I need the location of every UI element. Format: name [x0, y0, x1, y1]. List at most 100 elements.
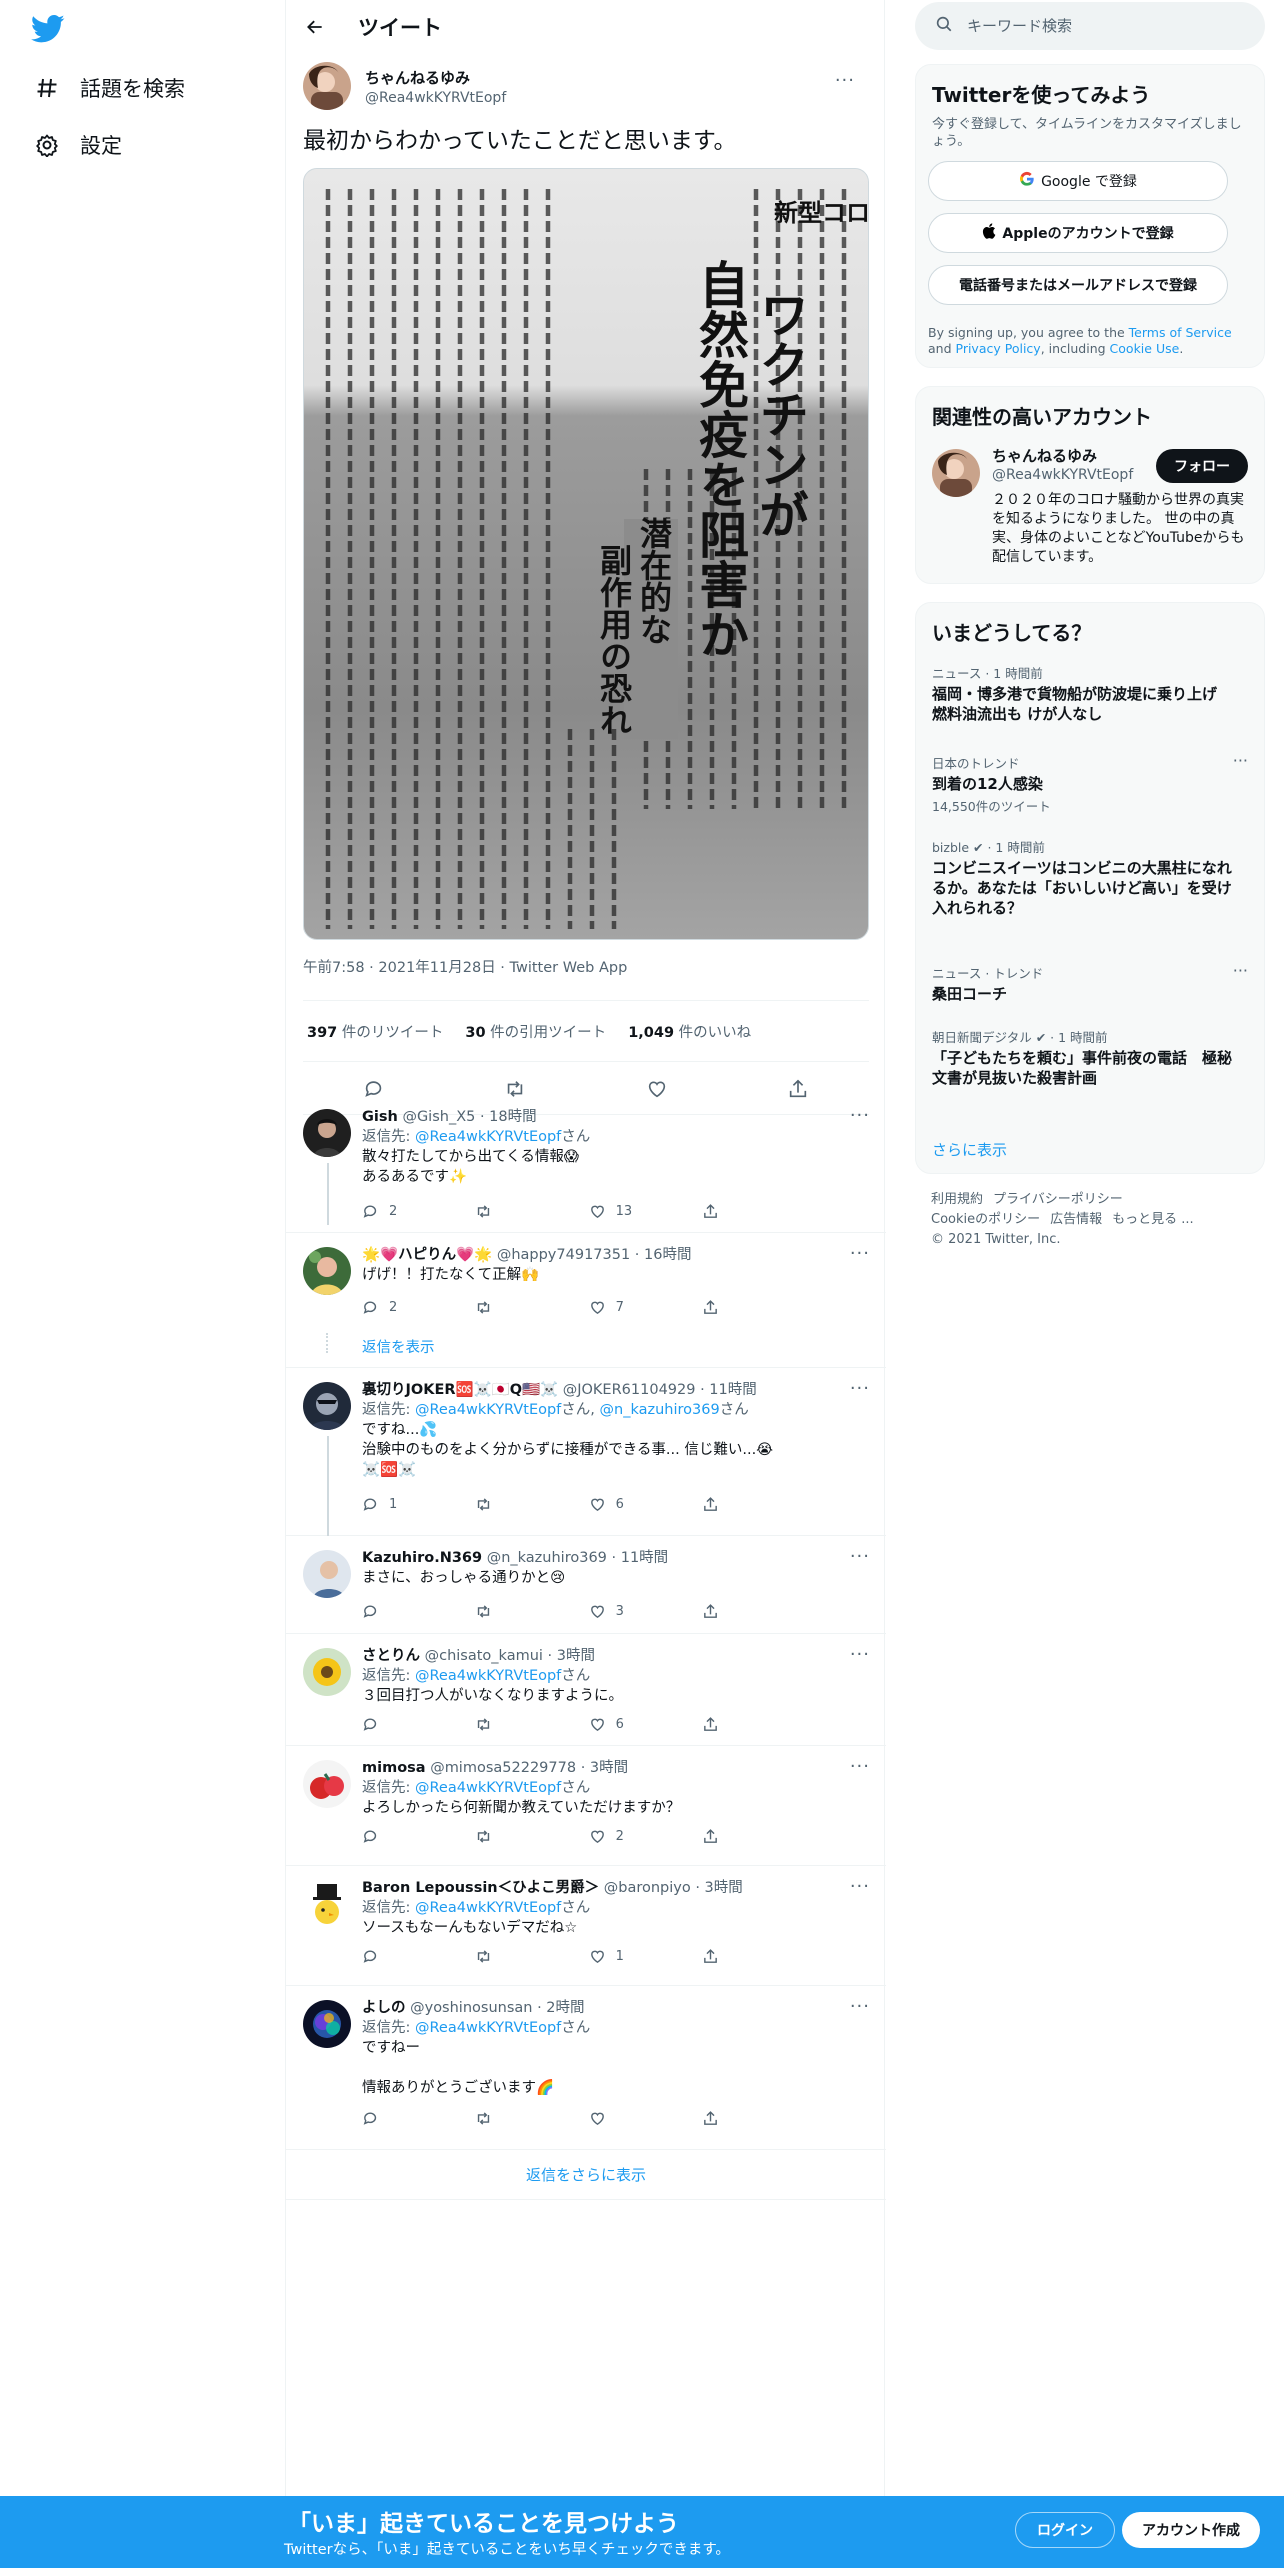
heart-icon[interactable]: 3 — [589, 1603, 689, 1620]
reply-time[interactable]: · 3時間 — [576, 1760, 628, 1776]
avatar[interactable] — [303, 2000, 351, 2048]
reply-mention-link[interactable]: @Rea4wkKYRVtEopf — [415, 1900, 561, 1916]
share-icon[interactable] — [702, 1603, 802, 1620]
more-icon[interactable]: ··· — [850, 1378, 870, 1399]
reply-author-name[interactable]: 裏切りJOKER🆘☠️🇯🇵Q🇺🇸☠️ — [362, 1382, 558, 1398]
more-icon[interactable]: ··· — [850, 1644, 870, 1665]
avatar[interactable] — [303, 1648, 351, 1696]
terms-link[interactable]: Terms of Service — [1129, 325, 1232, 340]
more-icon[interactable]: ··· — [850, 1243, 870, 1264]
avatar[interactable] — [303, 1760, 351, 1808]
retweet-icon[interactable] — [475, 1603, 575, 1620]
reply-tweet[interactable]: Kazuhiro.N369 @n_kazuhiro369 · 11時間 まさに、… — [286, 1536, 886, 1634]
more-icon[interactable]: ··· — [850, 1996, 870, 2017]
trend-item[interactable]: 日本のトレンド 到着の12人感染 14,550件のツイート — [932, 753, 1232, 815]
retweet-icon[interactable] — [475, 1716, 575, 1733]
reply-mention-link[interactable]: @Rea4wkKYRVtEopf — [415, 1668, 561, 1684]
reply-icon[interactable] — [362, 2110, 462, 2127]
avatar[interactable] — [303, 1109, 351, 1157]
reply-tweet[interactable]: 🌟💗ハピりん💗🌟 @happy74917351 · 16時間 げげ！！打たなくて… — [286, 1233, 886, 1368]
reply-author-name[interactable]: 🌟💗ハピりん💗🌟 — [362, 1247, 492, 1263]
reply-author-name[interactable]: よしの — [362, 2000, 406, 2016]
reply-icon[interactable]: 1 — [362, 1496, 462, 1513]
heart-icon[interactable]: 7 — [589, 1299, 689, 1316]
apple-signup-button[interactable]: Appleのアカウントで登録 — [928, 213, 1228, 253]
reply-tweet[interactable]: Baron Lepoussin＜ひよこ男爵＞ @baronpiyo · 3時間 … — [286, 1866, 886, 1986]
footer-link[interactable]: 広告情報 — [1050, 1212, 1102, 1227]
heart-icon[interactable] — [589, 2110, 689, 2127]
quotes-stat[interactable]: 30 件の引用ツイート — [465, 1021, 606, 1042]
show-more-replies-button[interactable]: 返信をさらに表示 — [286, 2150, 886, 2200]
trend-item[interactable]: 朝日新聞デジタル ✔ · 1 時間前 「子どもたちを頼む」事件前夜の電話 極秘文… — [932, 1027, 1232, 1088]
reply-tweet[interactable]: Gish @Gish_X5 · 18時間 返信先: @Rea4wkKYRVtEo… — [286, 1095, 886, 1233]
reply-time[interactable]: · 2時間 — [532, 2000, 584, 2016]
heart-icon[interactable]: 6 — [589, 1716, 689, 1733]
reply-time[interactable]: · 11時間 — [695, 1382, 757, 1398]
more-icon[interactable]: ··· — [1233, 961, 1248, 980]
heart-icon[interactable]: 1 — [589, 1948, 689, 1965]
avatar[interactable] — [303, 1247, 351, 1295]
reply-tweet[interactable]: さとりん @chisato_kamui · 3時間 返信先: @Rea4wkKY… — [286, 1634, 886, 1746]
share-icon[interactable] — [702, 1203, 802, 1220]
reply-author-name[interactable]: Kazuhiro.N369 — [362, 1550, 482, 1566]
retweet-icon[interactable] — [475, 1203, 575, 1220]
reply-mention-link[interactable]: @Rea4wkKYRVtEopf — [415, 1129, 561, 1145]
heart-icon[interactable]: 13 — [589, 1203, 689, 1220]
share-icon[interactable] — [702, 1496, 802, 1513]
cookie-link[interactable]: Cookie Use — [1110, 341, 1180, 356]
back-arrow-icon[interactable] — [302, 14, 328, 40]
reply-time[interactable]: · 16時間 — [630, 1247, 692, 1263]
avatar[interactable] — [932, 449, 980, 497]
show-replies-link[interactable]: 返信を表示 — [362, 1336, 435, 1357]
retweet-icon[interactable] — [475, 1948, 575, 1965]
follow-button[interactable]: フォロー — [1156, 449, 1248, 483]
newspaper-photo[interactable]: 新型コロナ ワクチンが 自然免疫を阻害か 潜在的な 副作用の恐れ — [303, 168, 869, 940]
nav-explore[interactable]: 話題を検索 — [34, 70, 185, 106]
reply-time[interactable]: · 3時間 — [691, 1880, 742, 1896]
reply-tweet[interactable]: mimosa @mimosa52229778 · 3時間 返信先: @Rea4w… — [286, 1746, 886, 1866]
more-icon[interactable]: ··· — [850, 1105, 870, 1126]
trend-item[interactable]: ニュース · 1 時間前 福岡・博多港で貨物船が防波堤に乗り上げ 燃料油流出も … — [932, 663, 1232, 724]
trend-item[interactable]: bizble ✔ · 1 時間前 コンビニスイーツはコンビニの大黒柱になれるか。… — [932, 837, 1232, 918]
trend-item[interactable]: ニュース · トレンド 桑田コーチ — [932, 963, 1232, 1004]
share-icon[interactable] — [702, 1299, 802, 1316]
tweet-author[interactable]: ちゃんねるゆみ @Rea4wkKYRVtEopf — [303, 62, 869, 110]
reply-mention-link[interactable]: @Rea4wkKYRVtEopf — [415, 1402, 561, 1418]
reply-icon[interactable] — [362, 1603, 462, 1620]
reply-tweet[interactable]: 裏切りJOKER🆘☠️🇯🇵Q🇺🇸☠️ @JOKER61104929 · 11時間… — [286, 1368, 886, 1536]
create-account-button[interactable]: アカウント作成 — [1122, 2512, 1260, 2548]
reply-author-name[interactable]: さとりん — [362, 1648, 420, 1664]
retweet-icon[interactable] — [475, 2110, 575, 2127]
retweet-icon[interactable] — [475, 1496, 575, 1513]
avatar[interactable] — [303, 1550, 351, 1598]
heart-icon[interactable]: 2 — [589, 1828, 689, 1845]
privacy-link[interactable]: Privacy Policy — [956, 341, 1041, 356]
footer-link[interactable]: 利用規約 — [931, 1192, 983, 1207]
reply-tweet[interactable]: よしの @yoshinosunsan · 2時間 返信先: @Rea4wkKYR… — [286, 1986, 886, 2150]
footer-link[interactable]: もっと見る ... — [1112, 1212, 1194, 1227]
reply-mention-link[interactable]: @n_kazuhiro369 — [600, 1402, 720, 1418]
reply-icon[interactable]: 2 — [362, 1299, 462, 1316]
likes-stat[interactable]: 1,049 件のいいね — [628, 1021, 751, 1042]
reply-icon[interactable] — [362, 1828, 462, 1845]
tweet-meta[interactable]: 午前7:58 · 2021年11月28日 · Twitter Web App — [303, 956, 627, 977]
search-input[interactable] — [967, 17, 1237, 35]
reply-mention-link[interactable]: @Rea4wkKYRVtEopf — [415, 2020, 561, 2036]
reply-icon[interactable] — [362, 1948, 462, 1965]
share-icon[interactable] — [702, 2110, 802, 2127]
retweets-stat[interactable]: 397 件のリツイート — [307, 1021, 443, 1042]
google-signup-button[interactable]: Google で登録 — [928, 161, 1228, 201]
more-icon[interactable]: ··· — [835, 70, 855, 91]
reply-author-name[interactable]: Gish — [362, 1109, 398, 1125]
login-button[interactable]: ログイン — [1015, 2512, 1115, 2548]
reply-time[interactable]: · 11時間 — [607, 1550, 669, 1566]
reply-icon[interactable]: 2 — [362, 1203, 462, 1220]
footer-link[interactable]: Cookieのポリシー — [931, 1212, 1040, 1227]
more-icon[interactable]: ··· — [1233, 751, 1248, 770]
avatar[interactable] — [303, 1880, 351, 1928]
twitter-logo-icon[interactable] — [30, 14, 65, 44]
more-icon[interactable]: ··· — [850, 1546, 870, 1567]
phone-email-signup-button[interactable]: 電話番号またはメールアドレスで登録 — [928, 265, 1228, 305]
search-box[interactable] — [915, 2, 1265, 50]
retweet-icon[interactable] — [475, 1299, 575, 1316]
